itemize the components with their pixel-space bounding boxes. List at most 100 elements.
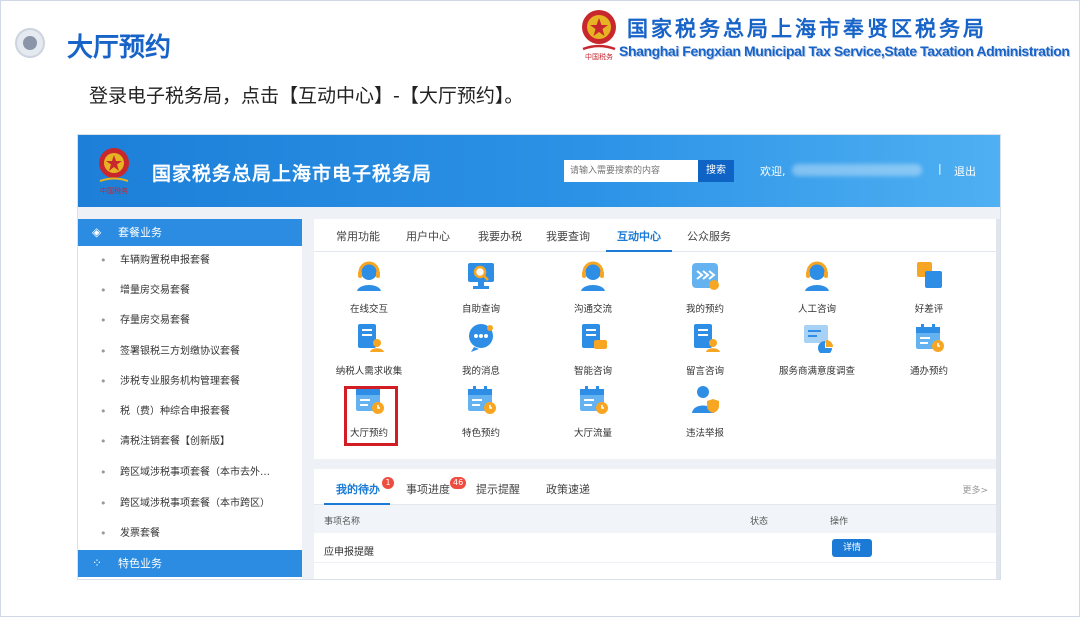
tab-progress[interactable]: 事项进度 bbox=[406, 481, 450, 497]
function-panel: 常用功能 用户中心 我要办税 我要查询 互动中心 公众服务 在线交互 自助查询 沟通… bbox=[314, 219, 998, 459]
function-item[interactable]: 智能咨询 bbox=[548, 321, 638, 381]
function-label: 大厅流量 bbox=[573, 428, 612, 439]
rating-squares-icon bbox=[917, 262, 942, 288]
tab-user-center[interactable]: 用户中心 bbox=[406, 228, 450, 244]
calendar-clock-icon bbox=[580, 386, 608, 414]
function-label: 人工咨询 bbox=[797, 304, 836, 315]
headset-person-icon bbox=[805, 261, 829, 291]
function-label: 我的预约 bbox=[685, 304, 724, 315]
sidebar-item[interactable]: 发票套餐 bbox=[78, 519, 302, 549]
function-item[interactable]: 沟通交流 bbox=[548, 259, 638, 319]
function-item[interactable]: 我的消息 bbox=[436, 321, 526, 381]
function-label: 在线交互 bbox=[349, 304, 388, 315]
sidebar-section-label: 特色业务 bbox=[118, 557, 162, 570]
function-item[interactable]: 好差评 bbox=[884, 259, 974, 319]
sidebar-section-packages[interactable]: ◈ 套餐业务 bbox=[78, 219, 302, 246]
survey-chart-icon bbox=[804, 325, 833, 353]
blurred-username bbox=[792, 164, 922, 176]
row-name: 应申报提醒 bbox=[324, 547, 374, 558]
document-person-icon bbox=[694, 324, 720, 352]
tab-policy[interactable]: 政策速递 bbox=[546, 481, 590, 497]
function-item[interactable]: 在线交互 bbox=[324, 259, 414, 319]
tab-query[interactable]: 我要查询 bbox=[546, 228, 590, 244]
tab-interaction-center[interactable]: 互动中心 bbox=[617, 228, 661, 244]
document-person-icon bbox=[358, 324, 384, 352]
function-label: 违法举报 bbox=[685, 428, 724, 439]
function-item[interactable]: 纳税人需求收集 bbox=[324, 321, 414, 381]
chat-bubble-icon bbox=[469, 324, 493, 352]
org-name-cn: 国家税务总局上海市奉贤区税务局 bbox=[627, 17, 987, 41]
sidebar-item[interactable]: 跨区域涉税事项套餐（本市去外… bbox=[78, 458, 302, 488]
function-label: 特色预约 bbox=[461, 428, 500, 439]
sidebar-item[interactable]: 跨区域涉税事项套餐（本市跨区） bbox=[78, 489, 302, 519]
scrollbar[interactable] bbox=[996, 219, 1000, 579]
sidebar-item[interactable]: 车辆购置税申报套餐 bbox=[78, 246, 302, 276]
search-button[interactable]: 搜索 bbox=[698, 160, 734, 182]
search-input[interactable] bbox=[564, 160, 698, 182]
function-label: 服务商满意度调查 bbox=[778, 366, 855, 377]
main-tabs: 常用功能 用户中心 我要办税 我要查询 互动中心 公众服务 bbox=[314, 219, 998, 252]
svg-text:中国税务: 中国税务 bbox=[100, 186, 128, 195]
tab-tax-filing[interactable]: 我要办税 bbox=[478, 228, 522, 244]
highlight-box bbox=[344, 386, 398, 446]
sidebar-item[interactable]: 清税注销套餐【创新版】 bbox=[78, 427, 302, 457]
header-separator: | bbox=[938, 162, 942, 175]
function-item[interactable]: 特色预约 bbox=[436, 383, 526, 443]
headset-person-icon bbox=[581, 261, 605, 291]
function-item[interactable]: 自助查询 bbox=[436, 259, 526, 319]
instruction-text: 登录电子税务局，点击【互动中心】-【大厅预约】。 bbox=[89, 85, 524, 107]
function-label: 我的消息 bbox=[461, 366, 500, 377]
sidebar-item[interactable]: 存量房交易套餐 bbox=[78, 306, 302, 336]
person-shield-icon bbox=[692, 386, 719, 413]
function-item[interactable]: 违法举报 bbox=[660, 383, 750, 443]
national-emblem-icon: 中国税务 bbox=[582, 10, 616, 61]
table-header: 事项名称 状态 操作 bbox=[314, 505, 998, 533]
todo-panel: 我的待办 1 事项进度 46 提示提醒 政策速递 更多> 事项名称 状态 操作 … bbox=[314, 469, 998, 579]
tab-public-service[interactable]: 公众服务 bbox=[687, 228, 731, 244]
function-label: 自助查询 bbox=[461, 304, 500, 315]
svg-text:中国税务: 中国税务 bbox=[585, 52, 613, 61]
logout-link[interactable]: 退出 bbox=[954, 163, 976, 179]
sidebar-item[interactable]: 涉税专业服务机构管理套餐 bbox=[78, 367, 302, 397]
active-tab-indicator bbox=[606, 250, 672, 252]
table-row: 应申报提醒 详情 bbox=[314, 533, 998, 563]
function-label: 沟通交流 bbox=[573, 304, 612, 315]
welcome-text: 欢迎, bbox=[760, 165, 786, 178]
sidebar-section-label: 套餐业务 bbox=[118, 226, 162, 239]
tab-reminders[interactable]: 提示提醒 bbox=[476, 481, 520, 497]
detail-button[interactable]: 详情 bbox=[832, 539, 872, 557]
portal-title: 国家税务总局上海市电子税务局 bbox=[152, 163, 433, 185]
function-item[interactable]: 我的预约 bbox=[660, 259, 750, 319]
sidebar-item[interactable]: 税（费）种综合申报套餐 bbox=[78, 397, 302, 427]
calendar-clock-icon bbox=[468, 386, 496, 414]
todo-count-badge: 1 bbox=[382, 477, 394, 489]
col-status-header: 状态 bbox=[750, 517, 769, 527]
todo-tabs: 我的待办 1 事项进度 46 提示提醒 政策速递 更多> bbox=[314, 469, 998, 505]
function-item[interactable]: 大厅流量 bbox=[548, 383, 638, 443]
function-label: 留言咨询 bbox=[685, 366, 724, 377]
col-action-header: 操作 bbox=[830, 517, 849, 527]
monitor-search-icon bbox=[468, 263, 494, 289]
progress-count-badge: 46 bbox=[450, 477, 467, 489]
function-item[interactable]: 服务商满意度调查 bbox=[772, 321, 862, 381]
more-link[interactable]: 更多> bbox=[962, 483, 988, 496]
headset-person-icon bbox=[357, 261, 381, 291]
bullet-icon bbox=[15, 28, 45, 58]
function-label: 智能咨询 bbox=[573, 366, 612, 377]
sidebar-section-featured[interactable]: ⁘ 特色业务 bbox=[78, 550, 302, 577]
function-item[interactable]: 留言咨询 bbox=[660, 321, 750, 381]
portal-header: 中国税务 国家税务总局上海市电子税务局 搜索 欢迎, | 退出 bbox=[78, 135, 1000, 207]
sidebar-item[interactable]: 增量房交易套餐 bbox=[78, 276, 302, 306]
sidebar: ◈ 套餐业务 车辆购置税申报套餐 增量房交易套餐 存量房交易套餐 签署银税三方划… bbox=[78, 219, 302, 579]
tax-emblem-icon: 中国税务 bbox=[99, 148, 129, 195]
tab-my-todo[interactable]: 我的待办 bbox=[336, 481, 380, 497]
function-item[interactable]: 人工咨询 bbox=[772, 259, 862, 319]
cube-icon: ◈ bbox=[92, 225, 102, 239]
document-chat-icon bbox=[582, 324, 607, 349]
function-item[interactable]: 通办预约 bbox=[884, 321, 974, 381]
slide: 大厅预约 中国税务 国家税务总局上海市奉贤区税务局 Shanghai Fengx… bbox=[0, 0, 1080, 617]
grid-icon: ⁘ bbox=[92, 556, 103, 570]
sidebar-item[interactable]: 签署银税三方划缴协议套餐 bbox=[78, 337, 302, 367]
portal-screenshot: 中国税务 国家税务总局上海市电子税务局 搜索 欢迎, | 退出 ◈ 套餐业务 车… bbox=[77, 134, 1001, 580]
tab-common[interactable]: 常用功能 bbox=[336, 228, 380, 244]
